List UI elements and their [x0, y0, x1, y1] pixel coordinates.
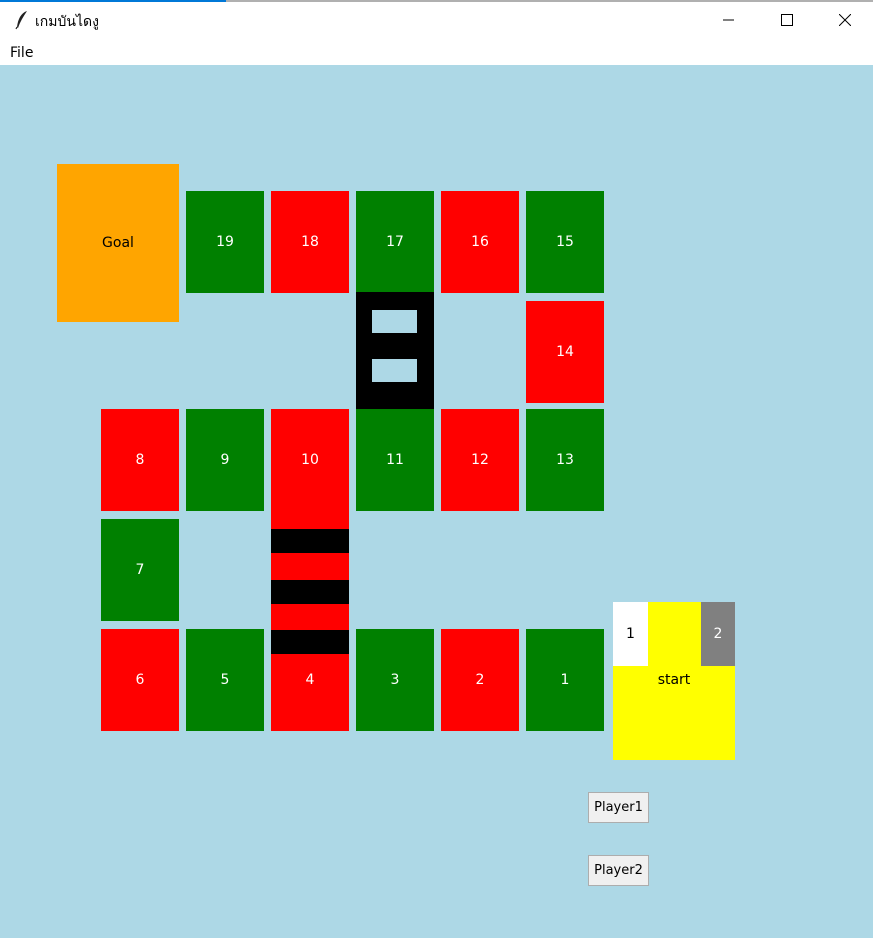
tile-label: 1	[560, 672, 570, 688]
accent-line	[0, 0, 226, 2]
ladder	[356, 292, 434, 409]
tile-label: 13	[556, 452, 574, 468]
tile-9: 9	[186, 409, 264, 511]
tile-label: 16	[471, 234, 489, 250]
tile-19: 19	[186, 191, 264, 293]
game-board: Goal 19 18 17 16 15 14 8 9 10 11 12 13 7…	[0, 65, 873, 938]
player1-button[interactable]: Player1	[588, 792, 649, 823]
tile-label: 2	[475, 672, 485, 688]
feather-icon	[14, 10, 30, 30]
snake-stripe	[271, 580, 349, 604]
player1-marker: 1	[613, 602, 648, 666]
tile-2: 2	[441, 629, 519, 731]
tile-15: 15	[526, 191, 604, 293]
tile-17: 17	[356, 191, 434, 293]
tile-label: 5	[220, 672, 230, 688]
tile-label: 3	[390, 672, 400, 688]
tile-label: 15	[556, 234, 574, 250]
goal-tile: Goal	[57, 164, 179, 322]
maximize-icon	[781, 11, 793, 30]
tile-13: 13	[526, 409, 604, 511]
tile-label: 4	[305, 672, 315, 688]
tile-5: 5	[186, 629, 264, 731]
tile-1: 1	[526, 629, 604, 731]
tile-6: 6	[101, 629, 179, 731]
tile-label: 18	[301, 234, 319, 250]
tile-label: 7	[135, 562, 145, 578]
tile-label: 11	[386, 452, 404, 468]
player1-marker-label: 1	[626, 626, 635, 642]
snake-stripe	[271, 529, 349, 553]
start-tile: 1 2 start	[613, 602, 735, 760]
tile-11: 11	[356, 409, 434, 511]
tile-label: 6	[135, 672, 145, 688]
player2-button[interactable]: Player2	[588, 855, 649, 886]
snake-stripe	[271, 630, 349, 654]
menu-file[interactable]: File	[10, 45, 33, 61]
tile-12: 12	[441, 409, 519, 511]
minimize-icon	[723, 11, 735, 30]
player2-marker-label: 2	[713, 626, 723, 642]
maximize-button[interactable]	[758, 0, 816, 40]
tile-7: 7	[101, 519, 179, 621]
tile-label: 10	[301, 452, 319, 468]
tile-label: 19	[216, 234, 234, 250]
tile-label: 14	[556, 344, 574, 360]
minimize-button[interactable]	[700, 0, 758, 40]
tile-label: 9	[220, 452, 230, 468]
close-button[interactable]	[816, 0, 873, 40]
start-label: start	[657, 672, 691, 688]
tile-label: 12	[471, 452, 489, 468]
ladder-rung	[372, 310, 417, 333]
close-icon	[838, 11, 852, 30]
tile-3: 3	[356, 629, 434, 731]
tile-label: 17	[386, 234, 404, 250]
tile-10: 10	[271, 409, 349, 511]
tile-18: 18	[271, 191, 349, 293]
tile-16: 16	[441, 191, 519, 293]
window-title: เกมบันไดงู	[35, 14, 99, 30]
ladder-rung	[372, 359, 417, 382]
player2-marker: 2	[701, 602, 735, 666]
title-bar: เกมบันไดงู	[0, 0, 873, 40]
tile-8: 8	[101, 409, 179, 511]
menu-bar: File	[0, 40, 873, 64]
goal-label: Goal	[102, 235, 134, 251]
tile-14: 14	[526, 301, 604, 403]
tile-label: 8	[135, 452, 145, 468]
